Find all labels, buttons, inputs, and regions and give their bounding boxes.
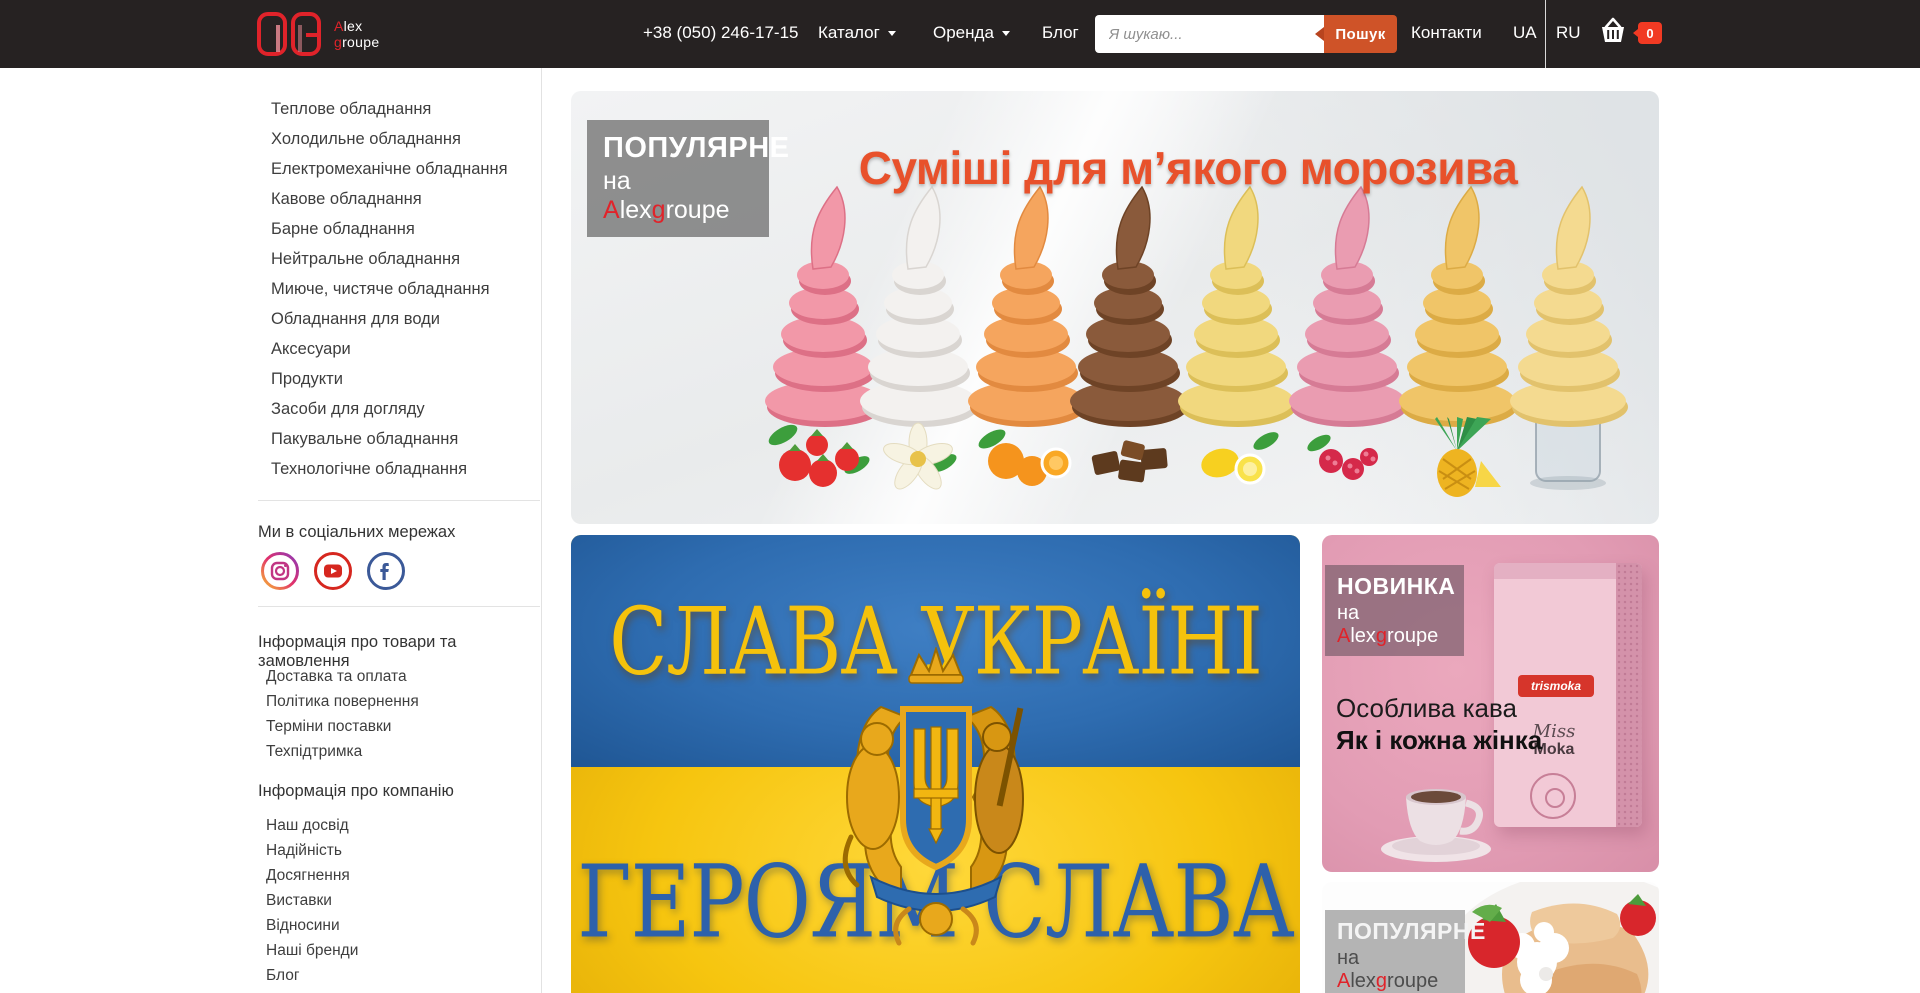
sidebar-category-item[interactable]: Миюче, чистяче обладнання <box>0 274 541 304</box>
nav-blog[interactable]: Блог <box>1042 23 1079 43</box>
instagram-icon[interactable] <box>260 551 300 591</box>
cart-count-badge: 0 <box>1638 22 1662 44</box>
company-links: Наш досвід Надійність Досягнення Виставк… <box>266 813 536 988</box>
ukraine-coat-of-arms-icon <box>811 647 1061 957</box>
lemon-swirl <box>1178 187 1296 483</box>
lang-ru[interactable]: RU <box>1556 23 1581 43</box>
search-input[interactable] <box>1095 15 1324 53</box>
banner-coffee-novelty[interactable]: НОВИНКА на Alexgroupe Особлива кава Як і… <box>1322 535 1659 872</box>
sidebar-info-link[interactable]: Доставка та оплата <box>266 664 536 689</box>
sidebar-category-item[interactable]: Засоби для догляду <box>0 394 541 424</box>
orders-links: Доставка та оплата Політика повернення Т… <box>266 664 536 764</box>
search-button[interactable]: Пошук <box>1324 15 1397 53</box>
banner-title: Суміші для м’якого морозива <box>833 141 1543 195</box>
coffee-tagline-2: Як і кожна жінка <box>1336 725 1542 756</box>
trismoka-logo: trismoka <box>1518 675 1594 697</box>
sidebar-category-item[interactable]: Пакувальне обладнання <box>0 424 541 454</box>
cart-button[interactable]: 0 <box>1598 16 1662 46</box>
sidebar-category-item[interactable]: Барне обладнання <box>0 214 541 244</box>
header: Alex groupe +38 (050) 246-17-15 Каталог … <box>0 0 1920 68</box>
sidebar-category-item[interactable]: Технологічне обладнання <box>0 454 541 484</box>
sidebar-info-link[interactable]: Терміни поставки <box>266 714 536 739</box>
strawberry-swirl <box>765 187 883 487</box>
banner-ice-cream-mixes[interactable]: ПОПУЛЯРНЕ на Alexgroupe Суміші для м’яко… <box>571 91 1659 524</box>
cart-basket-icon <box>1598 16 1628 46</box>
sidebar-category-item[interactable]: Нейтральне обладнання <box>0 244 541 274</box>
logo-monogram-icon <box>256 11 324 57</box>
novelty-badge: НОВИНКА на Alexgroupe <box>1325 565 1464 656</box>
social-icons-row <box>260 551 406 591</box>
sidebar-category-item[interactable]: Продукти <box>0 364 541 394</box>
cream-swirl <box>1510 187 1628 490</box>
divider <box>258 606 540 607</box>
coffee-cup-icon <box>1374 763 1504 863</box>
page: Alex groupe +38 (050) 246-17-15 Каталог … <box>0 0 1920 993</box>
coffee-tagline-1: Особлива кава <box>1336 693 1517 724</box>
nav-rent[interactable]: Оренда <box>933 23 1010 43</box>
sidebar-info-link[interactable]: Відносини <box>266 913 536 938</box>
company-info-heading: Інформація про компанію <box>258 782 454 801</box>
sidebar-info-link[interactable]: Надійність <box>266 838 536 863</box>
sidebar-info-link[interactable]: Наш досвід <box>266 813 536 838</box>
lang-ua[interactable]: UA <box>1513 23 1537 43</box>
chocolate-swirl <box>1070 187 1188 483</box>
banner-slava-ukraini[interactable]: СЛАВА УКРАЇНІ ГЕРОЯМ СЛАВА <box>571 535 1300 993</box>
sidebar-category-item[interactable]: Електромеханічне обладнання <box>0 154 541 184</box>
youtube-icon[interactable] <box>313 551 353 591</box>
facebook-icon[interactable] <box>366 551 406 591</box>
sidebar-category-item[interactable]: Обладнання для води <box>0 304 541 334</box>
nav-catalog[interactable]: Каталог <box>818 23 896 43</box>
sidebar-info-link[interactable]: Блог <box>266 963 536 988</box>
sidebar-category-item[interactable]: Холодильне обладнання <box>0 124 541 154</box>
sidebar-category-item[interactable]: Аксесуари <box>0 334 541 364</box>
lang-divider <box>1545 0 1546 68</box>
social-heading: Ми в соціальних мережах <box>258 523 455 542</box>
sidebar-info-link[interactable]: Виставки <box>266 888 536 913</box>
sidebar-info-link[interactable]: Політика повернення <box>266 689 536 714</box>
logo[interactable]: Alex groupe <box>256 11 379 57</box>
sidebar-info-link[interactable]: Досягнення <box>266 863 536 888</box>
category-list: Теплове обладнання Холодильне обладнання… <box>0 94 541 484</box>
chevron-down-icon <box>1002 31 1010 36</box>
nav-contacts[interactable]: Контакти <box>1411 23 1482 43</box>
sidebar-category-item[interactable]: Теплове обладнання <box>0 94 541 124</box>
popular-badge: ПОПУЛЯРНЕ на Alexgroupe <box>587 120 769 237</box>
banner-popular-crepes[interactable]: ПОПУЛЯРНЕ на Alexgroupe <box>1322 882 1659 993</box>
popular-badge: ПОПУЛЯРНЕ на Alexgroupe <box>1325 910 1465 993</box>
divider <box>258 500 540 501</box>
bag-stamp <box>1530 773 1576 819</box>
sidebar: Теплове обладнання Холодильне обладнання… <box>0 68 542 993</box>
pineapple-swirl <box>1399 187 1517 497</box>
chevron-down-icon <box>888 31 896 36</box>
vanilla-swirl <box>860 187 978 493</box>
sidebar-info-link[interactable]: Техпідтримка <box>266 739 536 764</box>
sidebar-category-item[interactable]: Кавове обладнання <box>0 184 541 214</box>
header-phone[interactable]: +38 (050) 246-17-15 <box>643 23 798 43</box>
logo-text: Alex groupe <box>334 18 379 50</box>
sidebar-info-link[interactable]: Наші бренди <box>266 938 536 963</box>
raspberry-swirl <box>1289 187 1407 480</box>
search-box: Пошук <box>1095 15 1397 53</box>
orange-swirl <box>968 187 1086 486</box>
